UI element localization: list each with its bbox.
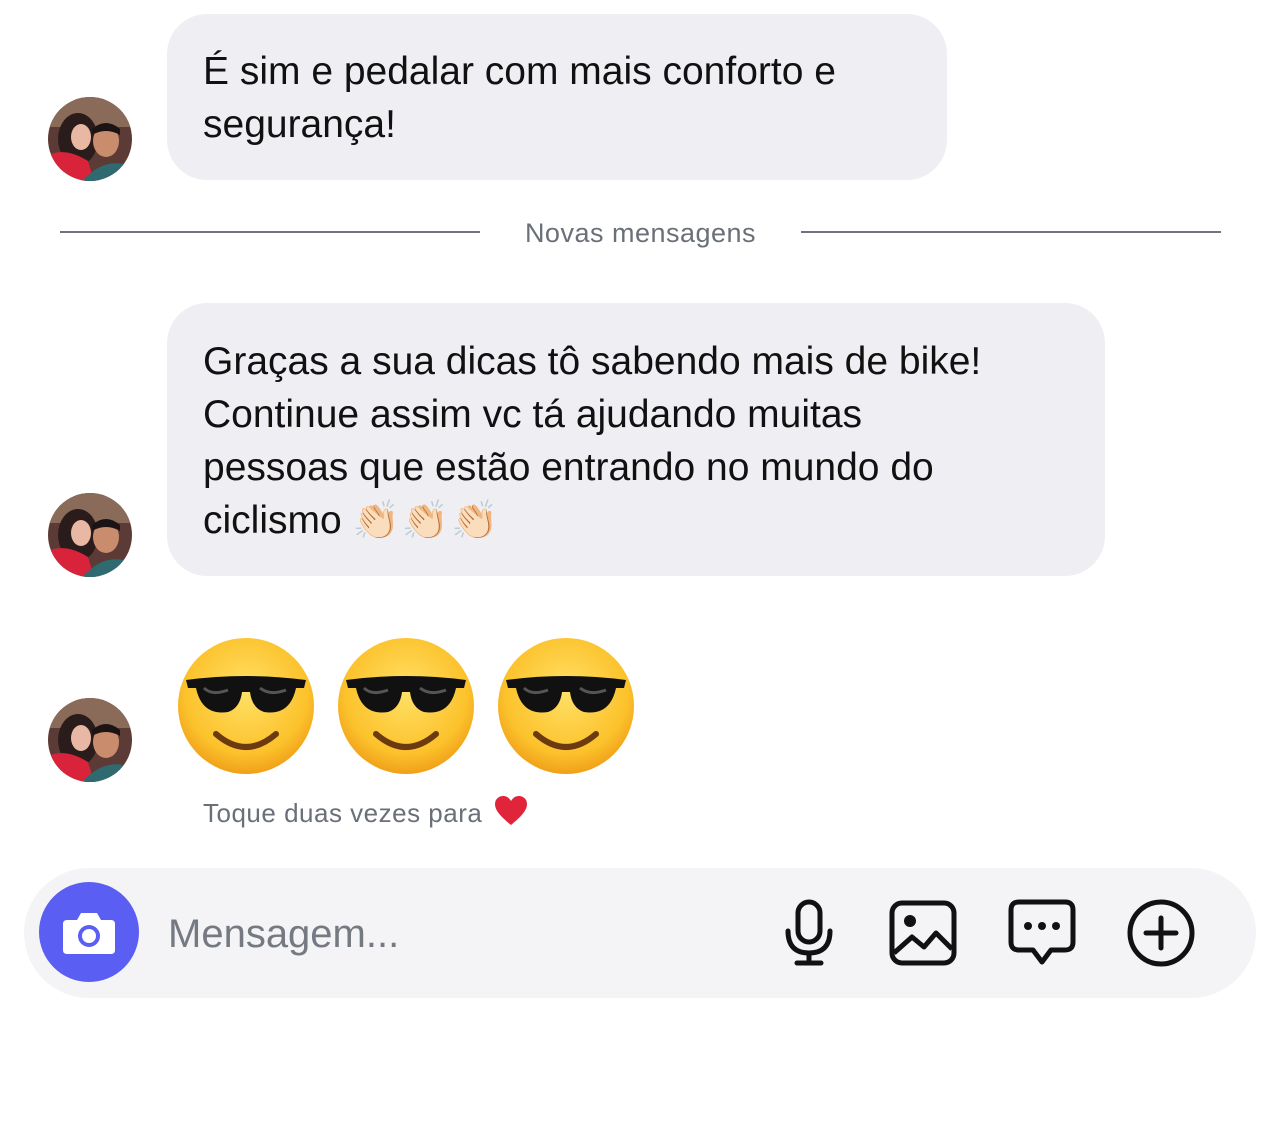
plus-circle-icon [1127, 899, 1195, 967]
heart-icon [494, 795, 528, 835]
gallery-button[interactable] [888, 898, 958, 968]
message-text: pessoas que estão entrando no mundo do [203, 446, 934, 489]
message-text: Graças a sua dicas tô sabendo mais de bi… [203, 340, 982, 383]
sunglasses-face-emoji [338, 638, 474, 774]
avatar[interactable] [48, 698, 132, 782]
sunglasses-face-emoji [178, 638, 314, 774]
message-text: segurança! [203, 103, 396, 146]
avatar[interactable] [48, 97, 132, 181]
message-text: Continue assim vc tá ajudando muitas [203, 393, 863, 436]
divider-line [60, 231, 480, 233]
image-icon [889, 900, 957, 966]
sticker-button[interactable] [1007, 898, 1077, 968]
double-tap-hint: Toque duas vezes para [203, 795, 528, 835]
new-messages-label: Novas mensagens [524, 218, 757, 248]
message-text: É sim e pedalar com mais conforto e [203, 50, 836, 93]
microphone-icon [785, 899, 833, 966]
message-bubble[interactable]: Graças a sua dicas tô sabendo mais de bi… [167, 303, 1105, 576]
camera-icon [63, 913, 115, 954]
microphone-button[interactable] [774, 898, 844, 968]
hint-text: Toque duas vezes para [203, 797, 483, 828]
divider-line [801, 231, 1221, 233]
message-input[interactable] [166, 904, 750, 964]
sunglasses-face-emoji [498, 638, 634, 774]
avatar[interactable] [48, 493, 132, 577]
message-text: ciclismo [203, 499, 342, 542]
chat-bubble-icon [1008, 899, 1076, 965]
message-composer [24, 868, 1256, 998]
message-bubble[interactable]: É sim e pedalar com mais conforto e segu… [167, 14, 947, 180]
camera-button[interactable] [39, 882, 139, 982]
clapping-hands-emoji: 👏🏻👏🏻👏🏻 [352, 498, 501, 542]
more-button[interactable] [1126, 898, 1196, 968]
